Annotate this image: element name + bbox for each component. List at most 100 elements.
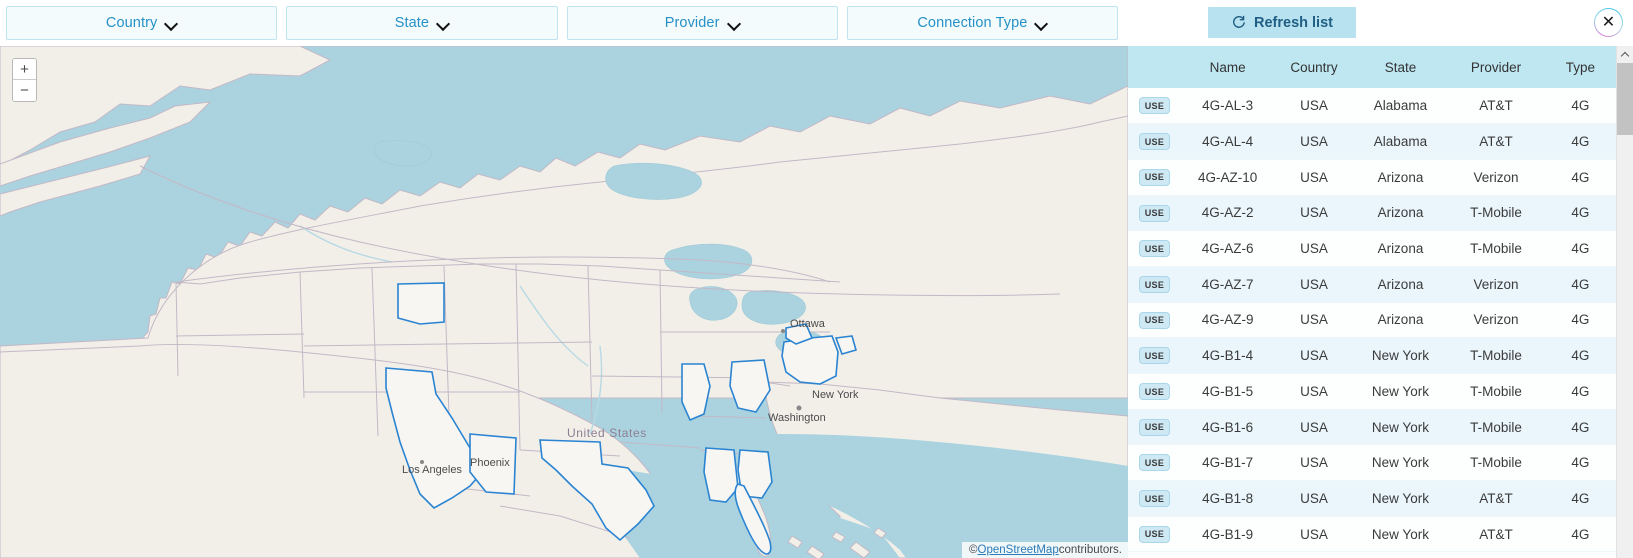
filter-bar: Country State Provider Connection Type [0, 0, 1128, 46]
connections-table-scroll: Name Country State Provider Type USE 4G-A… [1128, 46, 1616, 558]
scrollbar-up-arrow[interactable] [1617, 46, 1633, 63]
cell-provider: AT&T [1447, 516, 1545, 553]
use-button[interactable]: USE [1138, 418, 1170, 436]
cell-provider: T-Mobile [1447, 195, 1545, 232]
cell-provider: AT&T [1447, 480, 1545, 517]
cell-name: 4G-AZ-7 [1180, 266, 1275, 303]
cell-country: USA [1274, 88, 1354, 125]
cell-state: New York [1353, 516, 1448, 553]
use-button[interactable]: USE [1138, 383, 1170, 401]
attribution-suffix: contributors. [1058, 544, 1122, 556]
column-header-type[interactable]: Type [1544, 46, 1616, 88]
table-body: USE 4G-AL-3 USA Alabama AT&T 4G USE 4G-AL-4 USA A… [1128, 88, 1616, 553]
cell-country: USA [1274, 195, 1354, 232]
filter-connection-type-label: Connection Type [917, 15, 1028, 31]
column-header-name[interactable]: Name [1180, 46, 1275, 88]
filter-state[interactable]: State [286, 6, 558, 40]
cell-name: 4G-AZ-10 [1180, 159, 1275, 196]
table-scrollbar[interactable] [1616, 46, 1633, 558]
filter-connection-type[interactable]: Connection Type [846, 6, 1118, 40]
cell-state: Arizona [1353, 230, 1448, 267]
cell-type: 4G [1544, 195, 1616, 232]
cell-provider: AT&T [1447, 123, 1545, 160]
cell-use: USE [1128, 266, 1181, 303]
map-label-los-angeles: Los Angeles [402, 464, 462, 476]
scrollbar-thumb[interactable] [1617, 63, 1633, 135]
zoom-in-button[interactable]: + [13, 59, 36, 80]
cell-use: USE [1128, 230, 1181, 267]
refresh-list-label: Refresh list [1254, 14, 1333, 31]
table-row[interactable]: USE 4G-B1-9 USA New York AT&T 4G [1128, 516, 1616, 553]
table-row[interactable]: USE 4G-AZ-9 USA Arizona Verizon 4G [1128, 302, 1616, 339]
map-label-washington: Washington [768, 412, 826, 424]
close-button[interactable]: ✕ [1594, 8, 1623, 37]
attribution-prefix: © [969, 544, 978, 556]
table-row[interactable]: USE 4G-AL-3 USA Alabama AT&T 4G [1128, 88, 1616, 125]
cell-type: 4G [1544, 444, 1616, 482]
table-row[interactable]: USE 4G-B1-6 USA New York T-Mobile 4G [1128, 409, 1616, 446]
use-button[interactable]: USE [1138, 311, 1170, 329]
cell-type: 4G [1544, 516, 1616, 553]
column-header-state[interactable]: State [1353, 46, 1448, 88]
map-vector: Ottawa New York Washington United States… [0, 46, 1128, 558]
cell-state: Alabama [1353, 88, 1448, 125]
cell-use: USE [1128, 88, 1181, 125]
use-button[interactable]: USE [1138, 347, 1170, 365]
cell-provider: T-Mobile [1447, 337, 1545, 374]
table-header-row: Name Country State Provider Type [1128, 46, 1616, 88]
column-header-country[interactable]: Country [1274, 46, 1354, 88]
cell-state: New York [1353, 373, 1448, 410]
use-button[interactable]: USE [1138, 133, 1170, 151]
cell-use: USE [1128, 516, 1181, 553]
cell-state: Arizona [1353, 266, 1448, 303]
column-header-use [1128, 46, 1181, 88]
refresh-list-button[interactable]: Refresh list [1208, 7, 1356, 38]
cell-country: USA [1274, 444, 1354, 482]
cell-state: Arizona [1353, 159, 1448, 196]
use-button[interactable]: USE [1138, 276, 1170, 294]
cell-name: 4G-AZ-9 [1180, 302, 1275, 339]
connections-panel: Refresh list ✕ Name Country State Provid… [1128, 0, 1633, 558]
cell-country: USA [1274, 302, 1354, 339]
table-row[interactable]: USE 4G-B1-5 USA New York T-Mobile 4G [1128, 373, 1616, 410]
cell-type: 4G [1544, 159, 1616, 196]
table-row[interactable]: USE 4G-B1-7 USA New York T-Mobile 4G [1128, 444, 1616, 482]
map-column: Country State Provider Connection Type O… [0, 0, 1128, 558]
filter-country[interactable]: Country [6, 6, 278, 40]
use-button[interactable]: USE [1138, 97, 1170, 115]
cell-provider: T-Mobile [1447, 230, 1545, 267]
cell-name: 4G-B1-5 [1180, 373, 1275, 410]
filter-country-label: Country [105, 15, 158, 31]
use-button[interactable]: USE [1138, 454, 1170, 472]
use-button[interactable]: USE [1138, 204, 1170, 222]
table-row[interactable]: USE 4G-AZ-10 USA Arizona Verizon 4G [1128, 159, 1616, 196]
filter-state-label: State [394, 15, 430, 31]
connections-table-wrap: Name Country State Provider Type USE 4G-A… [1128, 46, 1633, 558]
table-row[interactable]: USE 4G-AZ-2 USA Arizona T-Mobile 4G [1128, 195, 1616, 232]
map-label-ottawa: Ottawa [790, 318, 826, 330]
cell-state: New York [1353, 409, 1448, 446]
filter-provider[interactable]: Provider [566, 6, 838, 40]
cell-use: USE [1128, 373, 1181, 410]
map-canvas[interactable]: Ottawa New York Washington United States… [0, 46, 1128, 558]
zoom-out-button[interactable]: − [13, 80, 36, 101]
table-row[interactable]: USE 4G-AL-4 USA Alabama AT&T 4G [1128, 123, 1616, 160]
table-row[interactable]: USE 4G-AZ-7 USA Arizona Verizon 4G [1128, 266, 1616, 303]
cell-type: 4G [1544, 123, 1616, 160]
map-label-united-states: United States [567, 426, 647, 440]
cell-type: 4G [1544, 373, 1616, 410]
use-button[interactable]: USE [1138, 168, 1170, 186]
openstreetmap-link[interactable]: OpenStreetMap [978, 544, 1059, 556]
use-button[interactable]: USE [1138, 490, 1170, 508]
table-row[interactable]: USE 4G-B1-4 USA New York T-Mobile 4G [1128, 337, 1616, 374]
cell-provider: AT&T [1447, 88, 1545, 125]
cell-type: 4G [1544, 266, 1616, 303]
use-button[interactable]: USE [1138, 240, 1170, 258]
table-row[interactable]: USE 4G-AZ-6 USA Arizona T-Mobile 4G [1128, 230, 1616, 267]
map-label-new-york: New York [812, 389, 859, 401]
cell-name: 4G-B1-6 [1180, 409, 1275, 446]
table-row[interactable]: USE 4G-B1-8 USA New York AT&T 4G [1128, 480, 1616, 517]
map-zoom-control[interactable]: + − [12, 58, 37, 102]
column-header-provider[interactable]: Provider [1447, 46, 1545, 88]
use-button[interactable]: USE [1138, 525, 1170, 543]
